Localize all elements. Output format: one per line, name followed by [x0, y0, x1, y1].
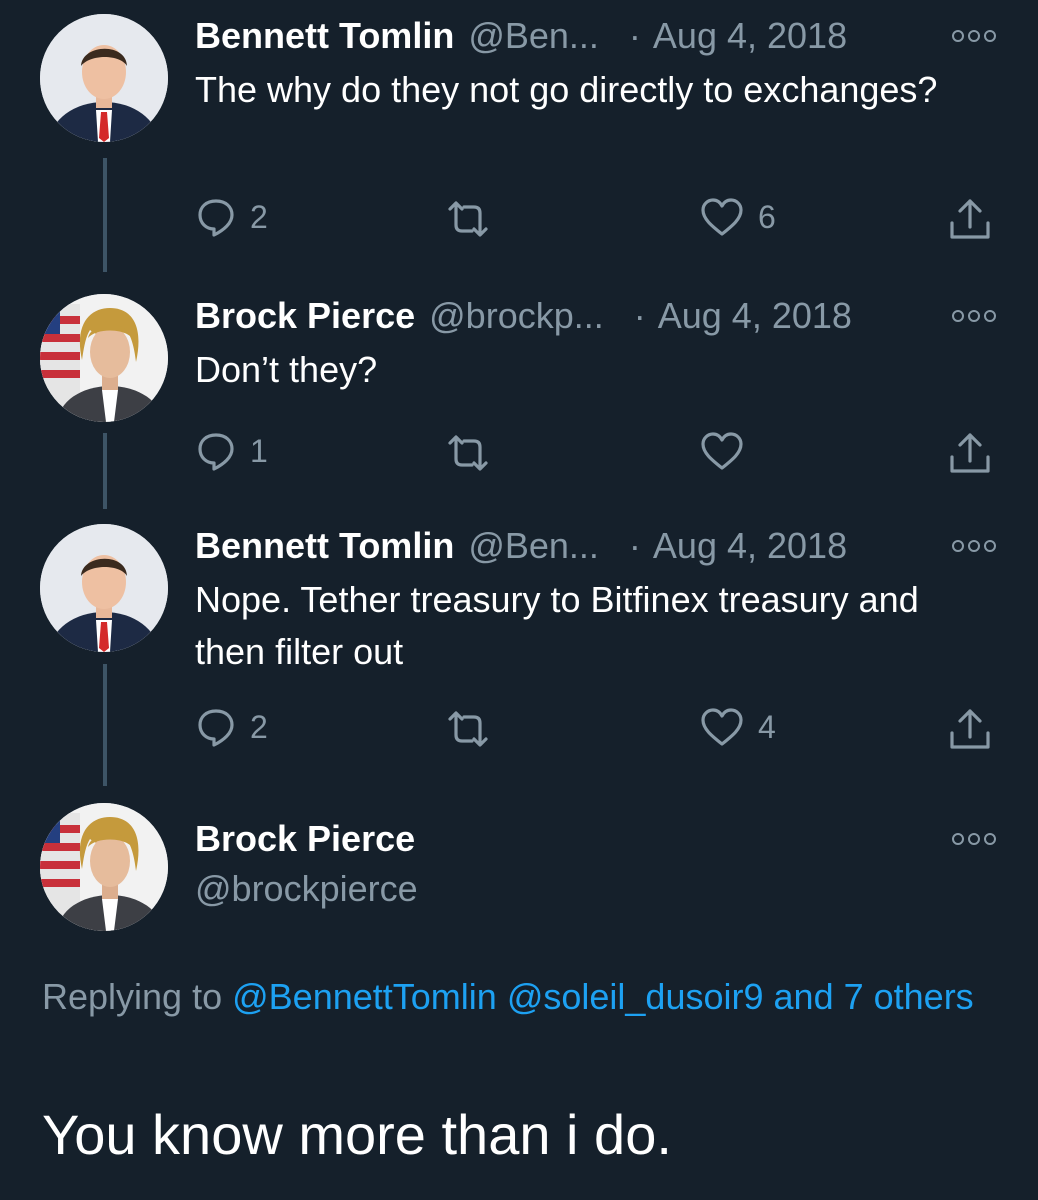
separator-dot: · [628, 525, 641, 566]
avatar-brock-image [40, 294, 168, 422]
avatar-bennett-image [40, 524, 168, 652]
retweet-button[interactable] [444, 199, 506, 239]
tweet-actions: 1 [0, 428, 1038, 478]
share-button[interactable] [948, 197, 992, 241]
avatar[interactable] [40, 803, 168, 931]
author-name[interactable]: Bennett Tomlin [195, 524, 454, 568]
tweet[interactable]: Brock Pierce @brockp... · Aug 4, 2018 Do… [0, 294, 1038, 494]
mention-link[interactable]: @soleil_dusoir9 [507, 976, 764, 1017]
retweet-icon [448, 435, 488, 471]
tweet-date[interactable]: Aug 4, 2018 [653, 14, 847, 58]
avatar-bennett-image [40, 14, 168, 142]
reply-icon [198, 709, 234, 747]
author-handle[interactable]: @brockpierce [195, 867, 418, 911]
retweet-button[interactable] [444, 709, 506, 749]
reply-count: 2 [250, 198, 268, 235]
retweet-icon [448, 201, 488, 237]
share-button[interactable] [948, 707, 992, 751]
like-button[interactable]: 6 [700, 197, 776, 237]
others-link[interactable]: and 7 others [774, 976, 974, 1017]
heart-icon [701, 198, 743, 236]
author-handle[interactable]: @brockp... [429, 294, 604, 338]
tweet-header: Bennett Tomlin @Ben... · Aug 4, 2018 [195, 14, 847, 58]
tweet-date[interactable]: Aug 4, 2018 [658, 294, 852, 338]
avatar-brock-image [40, 803, 168, 931]
replying-prefix: Replying to [42, 976, 223, 1017]
reply-button[interactable]: 1 [196, 431, 268, 471]
more-options-icon[interactable] [952, 831, 996, 847]
tweet-actions: 2 6 [0, 194, 1038, 244]
reply-icon [198, 433, 234, 471]
tweet-header: Brock Pierce @brockp... · Aug 4, 2018 [195, 294, 852, 338]
like-count: 4 [758, 708, 776, 745]
retweet-button[interactable] [444, 433, 506, 473]
retweet-icon [448, 711, 488, 747]
heart-icon [701, 708, 743, 746]
reply-button[interactable]: 2 [196, 197, 268, 237]
share-icon [950, 433, 990, 473]
author-name[interactable]: Bennett Tomlin [195, 14, 454, 58]
tweet-actions: 2 4 [0, 704, 1038, 754]
like-button[interactable] [700, 431, 758, 471]
share-icon [950, 709, 990, 749]
reply-count: 1 [250, 432, 268, 469]
more-options-icon[interactable] [952, 28, 996, 44]
heart-icon [701, 432, 743, 470]
tweet-text: The why do they not go directly to excha… [195, 69, 938, 110]
avatar[interactable] [40, 524, 168, 652]
separator-dot: · [628, 15, 641, 56]
more-options-icon[interactable] [952, 308, 996, 324]
mention-link[interactable]: @BennettTomlin [232, 976, 497, 1017]
tweet-thread: Bennett Tomlin @Ben... · Aug 4, 2018 The… [0, 0, 1038, 1200]
like-count: 6 [758, 198, 776, 235]
share-icon [950, 199, 990, 239]
author-handle[interactable]: @Ben... [468, 14, 599, 58]
main-tweet-text: You know more than i do. [42, 1103, 672, 1166]
separator-dot: · [633, 295, 646, 336]
share-button[interactable] [948, 431, 992, 475]
reply-icon [198, 199, 234, 237]
tweet-text: Nope. Tether treasury to Bitfinex treasu… [195, 579, 919, 672]
tweet[interactable]: Bennett Tomlin @Ben... · Aug 4, 2018 Nop… [0, 524, 1038, 774]
tweet[interactable]: Bennett Tomlin @Ben... · Aug 4, 2018 The… [0, 14, 1038, 264]
avatar[interactable] [40, 294, 168, 422]
reply-button[interactable]: 2 [196, 707, 268, 747]
like-button[interactable]: 4 [700, 707, 776, 747]
author-handle[interactable]: @Ben... [468, 524, 599, 568]
tweet-date[interactable]: Aug 4, 2018 [653, 524, 847, 568]
avatar[interactable] [40, 14, 168, 142]
tweet-header: Brock Pierce [195, 817, 415, 861]
author-name[interactable]: Brock Pierce [195, 817, 415, 861]
tweet-header: Bennett Tomlin @Ben... · Aug 4, 2018 [195, 524, 847, 568]
more-options-icon[interactable] [952, 538, 996, 554]
reply-count: 2 [250, 708, 268, 745]
author-name[interactable]: Brock Pierce [195, 294, 415, 338]
replying-to-line: Replying to @BennettTomlin @soleil_dusoi… [42, 970, 982, 1024]
tweet-text: Don’t they? [195, 349, 378, 390]
